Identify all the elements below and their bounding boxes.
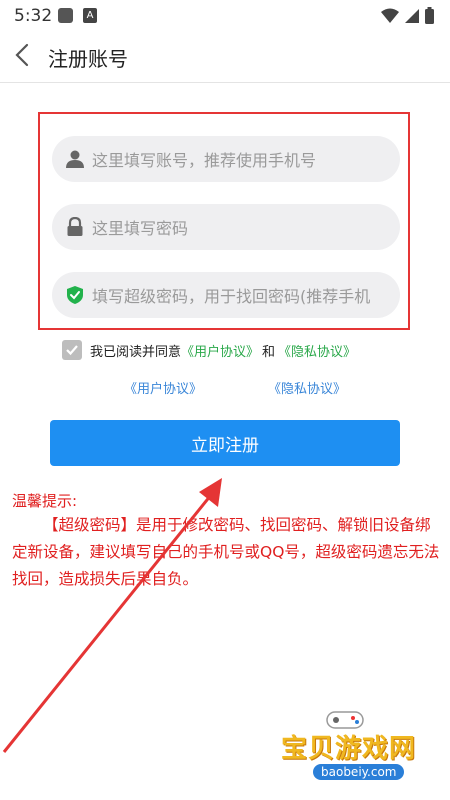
watermark-brand: 宝贝游戏网 (281, 734, 417, 764)
status-indicators (381, 7, 434, 24)
user-agreement-link[interactable]: 《用户协议》 (124, 378, 202, 397)
watermark-domain: baobeiy.com (313, 764, 405, 780)
tip-title: 温馨提示: (12, 492, 78, 510)
password-input[interactable]: 这里填写密码 (52, 204, 400, 250)
register-button[interactable]: 立即注册 (50, 420, 400, 466)
shield-check-icon (64, 284, 86, 306)
privacy-policy-link-inline[interactable]: 《隐私协议》 (278, 341, 356, 360)
notification-badge-icon: A (83, 8, 97, 23)
account-input[interactable]: 这里填写账号，推荐使用手机号 (52, 136, 400, 182)
super-password-placeholder: 填写超级密码，用于找回密码(推荐手机 (92, 287, 371, 306)
user-icon (64, 148, 86, 170)
password-placeholder: 这里填写密码 (92, 219, 189, 238)
notification-app-icon (58, 8, 73, 23)
wifi-icon (381, 8, 399, 23)
status-time: 5:32 (14, 6, 53, 26)
tip-body: 【超级密码】是用于修改密码、找回密码、解锁旧设备绑定新设备，建议填写自己的手机号… (12, 516, 440, 588)
agreement-and: 和 (262, 344, 276, 360)
title-bar: 注册账号 (0, 30, 450, 83)
register-button-label: 立即注册 (191, 435, 259, 456)
agreement-checkbox[interactable] (62, 340, 82, 360)
back-arrow-icon[interactable] (10, 40, 36, 70)
check-icon (66, 345, 78, 356)
battery-icon (425, 7, 434, 24)
super-password-input[interactable]: 填写超级密码，用于找回密码(推荐手机 (52, 272, 400, 318)
lock-icon (64, 216, 86, 238)
signal-icon (405, 8, 419, 23)
agreement-prefix: 我已阅读并同意 (90, 344, 182, 360)
agreement-row: 我已阅读并同意 《用户协议》 和 《隐私协议》 (62, 340, 356, 360)
user-agreement-link-inline[interactable]: 《用户协议》 (181, 341, 259, 360)
watermark: 宝贝游戏网 baobeiy.com (275, 708, 445, 798)
account-placeholder: 这里填写账号，推荐使用手机号 (92, 151, 317, 170)
status-bar: 5:32 A (0, 0, 450, 30)
page-title: 注册账号 (48, 47, 128, 71)
privacy-policy-link[interactable]: 《隐私协议》 (268, 378, 346, 397)
